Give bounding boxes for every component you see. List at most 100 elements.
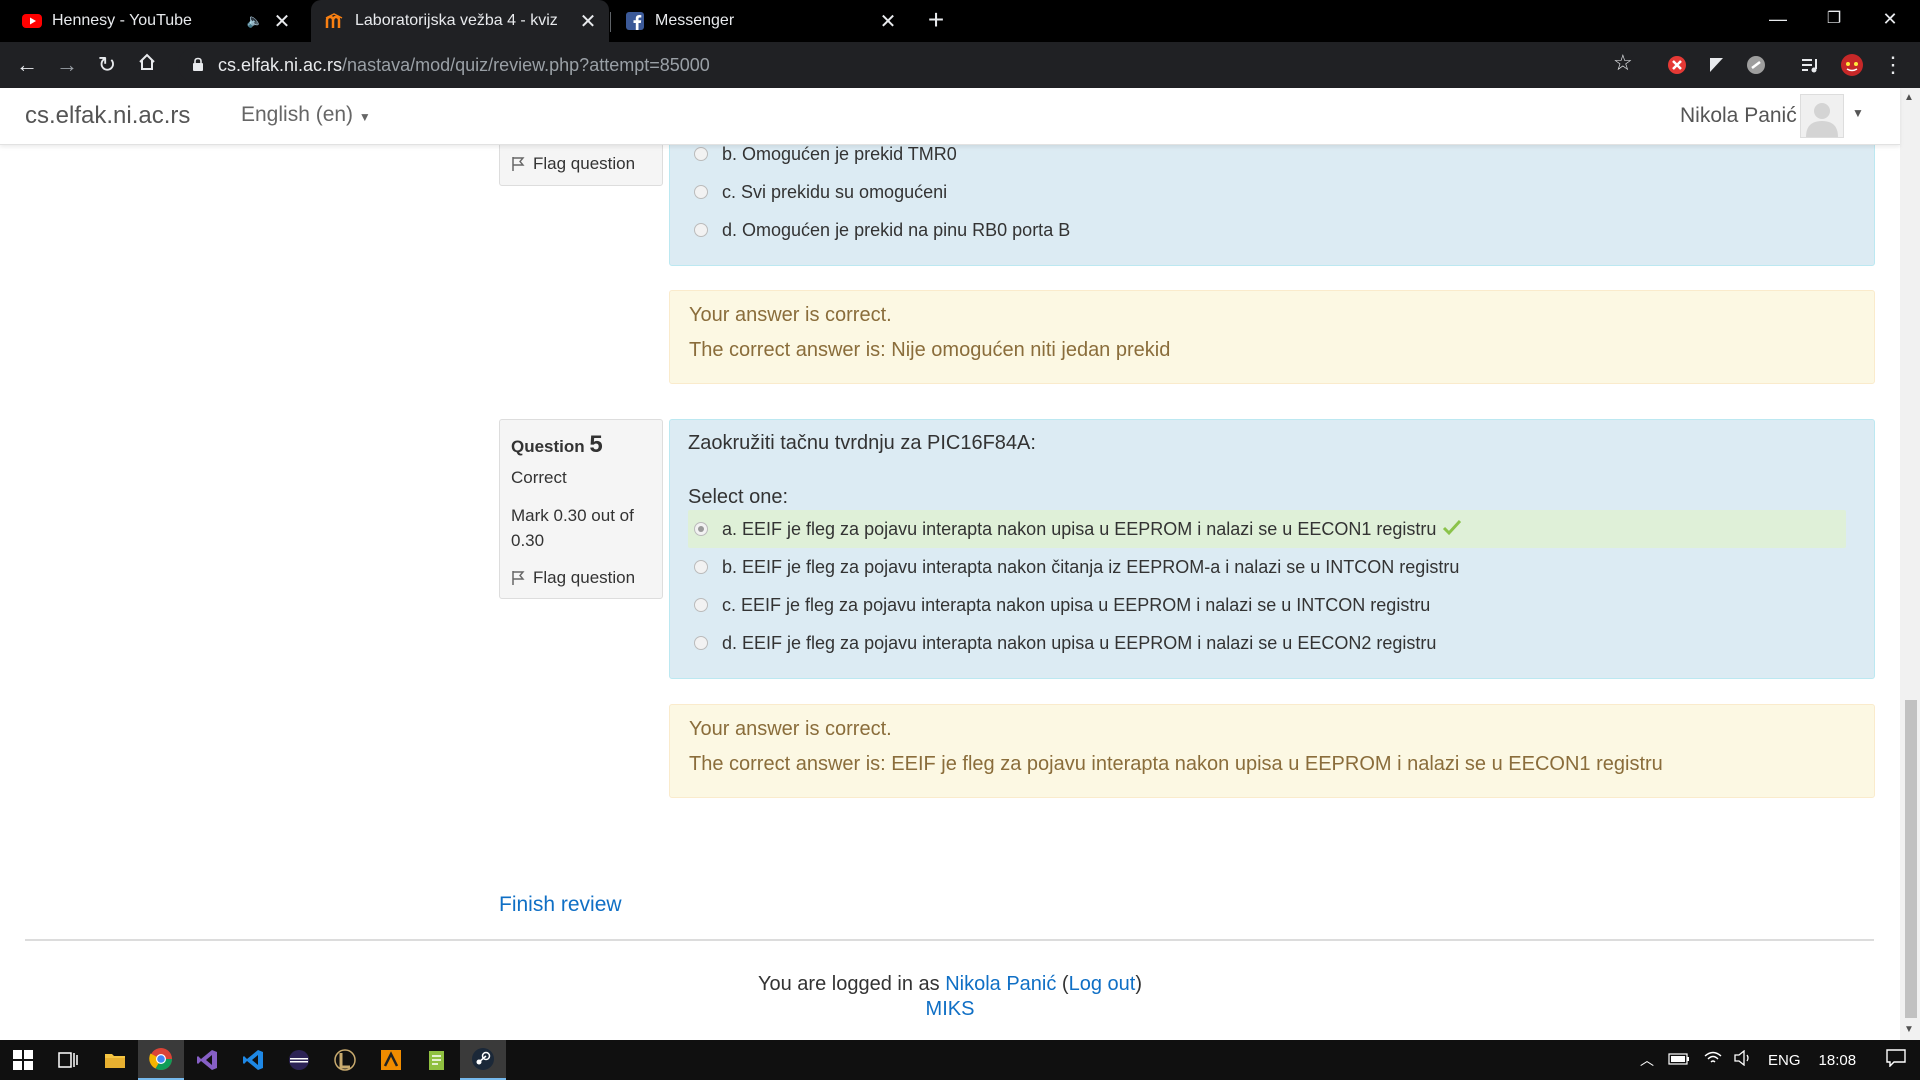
radio-button-selected[interactable] <box>694 522 708 536</box>
windows-taskbar: ︿ ENG 18:08 <box>0 1040 1920 1080</box>
speaker-muted-icon[interactable]: 🔈 <box>247 13 263 29</box>
clock[interactable]: 18:08 <box>1819 1052 1857 1069</box>
address-bar[interactable]: cs.elfak.ni.ac.rs/nastava/mod/quiz/revie… <box>178 47 1634 83</box>
question-number-value: 5 <box>589 431 603 458</box>
extension-icon[interactable] <box>1743 52 1769 78</box>
home-icon[interactable] <box>132 50 162 80</box>
radio-button[interactable] <box>694 598 708 612</box>
answer-option[interactable]: d. Omogućen je prekid na pinu RB0 porta … <box>694 212 1070 248</box>
vscode-icon[interactable] <box>230 1040 276 1080</box>
close-tab-icon[interactable]: ✕ <box>877 9 899 34</box>
course-link[interactable]: MIKS <box>926 998 975 1020</box>
language-menu[interactable]: English (en) ▼ <box>241 103 371 127</box>
chrome-taskbar-icon[interactable] <box>138 1040 184 1080</box>
url-path: /nastava/mod/quiz/review.php?attempt=850… <box>342 54 710 75</box>
tab-title: Messenger <box>655 12 735 29</box>
steam-icon[interactable] <box>460 1040 506 1080</box>
profile-avatar-icon[interactable] <box>1839 52 1865 78</box>
close-tab-icon[interactable]: ✕ <box>577 9 599 34</box>
select-one-label: Select one: <box>688 486 789 508</box>
answer-option[interactable]: d. EEIF je fleg za pojavu interapta nako… <box>694 625 1436 661</box>
scroll-up-arrow-icon[interactable]: ▲ <box>1904 92 1914 103</box>
close-tab-icon[interactable]: ✕ <box>271 9 293 34</box>
url-host: cs.elfak.ni.ac.rs <box>218 54 343 75</box>
notifications-icon[interactable] <box>1886 1049 1906 1071</box>
question-state: Correct <box>511 468 567 487</box>
tab-title: Laboratorijska vežba 4 - kviz <box>355 12 558 29</box>
forward-arrow-icon[interactable]: → <box>52 50 82 80</box>
flag-question-link[interactable]: Flag question <box>511 568 635 588</box>
back-arrow-icon[interactable]: ← <box>12 50 42 80</box>
scroll-down-arrow-icon[interactable]: ▼ <box>1904 1024 1914 1035</box>
new-tab-button[interactable]: + <box>921 6 951 36</box>
question5-info: Question 5 Correct Mark 0.30 out of 0.30… <box>499 419 663 599</box>
youtube-icon <box>22 11 42 31</box>
answer-option[interactable]: c. EEIF je fleg za pojavu interapta nako… <box>694 587 1430 623</box>
question-mark: Mark 0.30 out of 0.30 <box>511 506 634 550</box>
login-info: You are logged in as Nikola Panić (Log o… <box>758 973 1142 995</box>
answer-option[interactable]: c. Svi prekidu su omogućeni <box>694 174 947 210</box>
restore-button[interactable]: ❐ <box>1806 0 1862 40</box>
finish-review-link[interactable]: Finish review <box>499 893 622 917</box>
league-of-legends-icon[interactable] <box>322 1040 368 1080</box>
logout-link[interactable]: Log out <box>1069 973 1136 995</box>
windows-start-icon[interactable] <box>0 1040 46 1080</box>
site-brand-link[interactable]: cs.elfak.ni.ac.rs <box>25 102 190 130</box>
scrollbar-thumb[interactable] <box>1905 700 1917 1018</box>
tab-youtube[interactable]: Hennesy - YouTube 🔈 ✕ <box>8 0 303 42</box>
answer-label: d. EEIF je fleg za pojavu interapta nako… <box>722 632 1437 653</box>
profile-link[interactable]: Nikola Panić <box>945 973 1056 995</box>
flag-question-label: Flag question <box>533 154 636 173</box>
flag-icon <box>512 157 525 171</box>
notepad-plus-plus-icon[interactable] <box>414 1040 460 1080</box>
tray-overflow-chevron-icon[interactable]: ︿ <box>1640 1050 1654 1070</box>
close-window-button[interactable]: ✕ <box>1862 0 1918 40</box>
page-scrollbar[interactable]: ▲ ▼ <box>1900 88 1920 1040</box>
task-view-icon[interactable] <box>46 1040 92 1080</box>
radio-button[interactable] <box>694 223 708 237</box>
language-label: English (en) <box>241 103 354 126</box>
tab-messenger[interactable]: Messenger ✕ <box>611 0 909 42</box>
chrome-menu-icon[interactable]: ⋮ <box>1880 52 1906 78</box>
caret-down-icon: ▼ <box>358 110 371 124</box>
feedback-status: Your answer is correct. <box>689 718 892 740</box>
checkmark-icon <box>1442 518 1462 541</box>
radio-button[interactable] <box>694 147 708 161</box>
question-label: Question <box>511 437 585 456</box>
flag-question-link[interactable]: Flag question <box>511 154 635 174</box>
battery-icon[interactable] <box>1668 1052 1690 1069</box>
adblock-extension-icon[interactable] <box>1664 52 1690 78</box>
minimize-button[interactable]: — <box>1750 0 1806 40</box>
radio-button[interactable] <box>694 560 708 574</box>
user-menu-caret-icon[interactable]: ▼ <box>1852 106 1864 120</box>
question5-formulation: Zaokružiti tačnu tvrdnju za PIC16F84A: S… <box>669 419 1875 679</box>
radio-button[interactable] <box>694 185 708 199</box>
feedback-correct-answer: The correct answer is: Nije omogućen nit… <box>689 339 1171 361</box>
flag-extension-icon[interactable] <box>1703 52 1729 78</box>
question-prompt: Zaokružiti tačnu tvrdnju za PIC16F84A: <box>688 432 1036 454</box>
answer-option[interactable]: a. EEIF je fleg za pojavu interapta nako… <box>694 511 1462 547</box>
wifi-icon[interactable] <box>1704 1051 1722 1069</box>
radio-button[interactable] <box>694 636 708 650</box>
answer-label: c. EEIF je fleg za pojavu interapta nako… <box>722 594 1431 615</box>
answer-label: d. Omogućen je prekid na pinu RB0 porta … <box>722 219 1071 240</box>
facebook-icon <box>625 11 645 31</box>
file-explorer-icon[interactable] <box>92 1040 138 1080</box>
question-number: Question 5 <box>511 431 603 459</box>
eclipse-icon[interactable] <box>276 1040 322 1080</box>
flag-icon <box>512 571 525 585</box>
volume-icon[interactable] <box>1734 1049 1752 1070</box>
user-avatar[interactable] <box>1800 94 1844 138</box>
input-language[interactable]: ENG <box>1768 1052 1801 1069</box>
answer-label: c. Svi prekidu su omogućeni <box>722 181 948 202</box>
tab-quiz[interactable]: Laboratorijska vežba 4 - kviz ✕ <box>311 0 609 42</box>
bookmark-star-icon[interactable]: ☆ <box>1613 50 1633 76</box>
answer-option[interactable]: b. EEIF je fleg za pojavu interapta nako… <box>694 549 1459 585</box>
visual-studio-icon[interactable] <box>184 1040 230 1080</box>
media-control-icon[interactable] <box>1797 52 1823 78</box>
answer-label: a. EEIF je fleg za pojavu interapta nako… <box>722 518 1437 539</box>
reload-icon[interactable]: ↻ <box>92 50 122 80</box>
user-menu-name[interactable]: Nikola Panić <box>1680 104 1797 128</box>
lock-icon[interactable] <box>192 57 206 73</box>
app-orange-icon[interactable] <box>368 1040 414 1080</box>
